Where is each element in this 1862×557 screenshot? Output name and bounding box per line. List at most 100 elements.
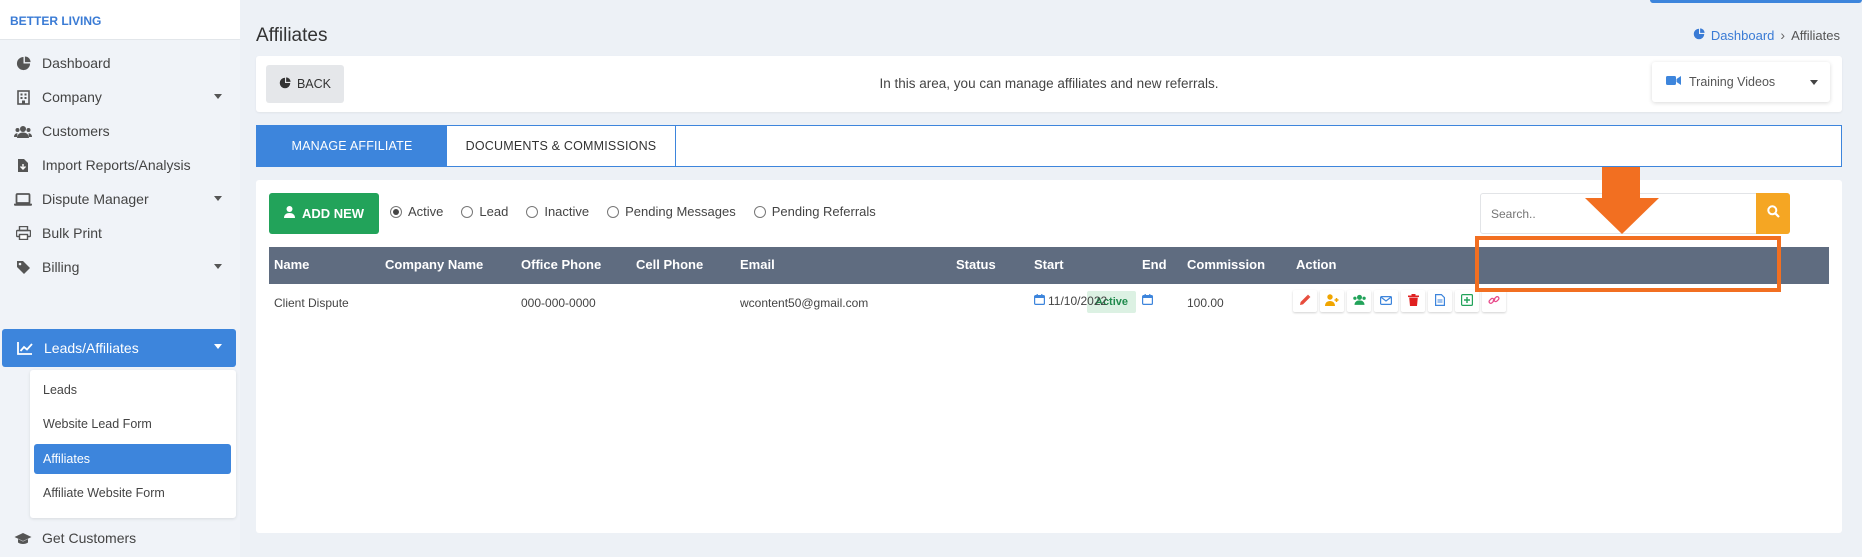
training-videos-dropdown[interactable]: Training Videos: [1652, 62, 1830, 102]
sidebar-item-get-customers[interactable]: Get Customers: [0, 520, 236, 556]
info-bar: BACK In this area, you can manage affili…: [256, 56, 1842, 112]
chevron-down-icon: [1810, 80, 1818, 85]
chevron-down-icon: [214, 344, 222, 349]
sidebar-item-dispute-manager[interactable]: Dispute Manager: [0, 181, 236, 217]
cell-commission: 100.00: [1187, 296, 1224, 310]
radio-icon: [607, 205, 620, 218]
submenu-item-website-lead-form[interactable]: Website Lead Form: [34, 409, 231, 439]
filter-active[interactable]: Active: [390, 204, 443, 219]
training-videos-label: Training Videos: [1689, 75, 1776, 89]
breadcrumb-chevron-icon: ›: [1780, 27, 1786, 43]
filter-pending-referrals[interactable]: Pending Referrals: [753, 204, 876, 219]
envelope-icon: [1380, 294, 1393, 308]
sidebar-item-label: Billing: [42, 259, 80, 275]
sidebar-item-label: Company: [42, 89, 102, 105]
sidebar-item-customers[interactable]: Customers: [0, 113, 236, 149]
radio-icon: [390, 205, 402, 218]
column-header-start[interactable]: Start: [1034, 257, 1064, 272]
tag-icon: [14, 259, 32, 275]
filter-label: Active: [408, 204, 444, 219]
sidebar-item-bulk-print[interactable]: Bulk Print: [0, 215, 236, 251]
sidebar-item-import-reports[interactable]: Import Reports/Analysis: [0, 147, 236, 183]
sidebar-item-company[interactable]: Company: [0, 79, 236, 115]
column-header-cell-phone[interactable]: Cell Phone: [636, 257, 703, 272]
column-header-action: Action: [1296, 257, 1337, 272]
delete-button[interactable]: [1401, 290, 1425, 312]
column-header-company[interactable]: Company Name: [385, 257, 483, 272]
sidebar-item-label: Bulk Print: [42, 225, 102, 241]
cell-office-phone: 000-000-0000: [521, 296, 596, 310]
add-new-button[interactable]: ADD NEW: [269, 193, 379, 234]
breadcrumb-home-link[interactable]: Dashboard: [1711, 28, 1775, 43]
cell-email: wcontent50@gmail.com: [740, 296, 869, 310]
filter-label: Pending Referrals: [771, 204, 876, 219]
column-header-end[interactable]: End: [1142, 257, 1167, 272]
filter-lead[interactable]: Lead: [461, 204, 508, 219]
radio-icon: [753, 205, 766, 218]
file-import-icon: [14, 157, 32, 173]
graduation-cap-icon: [14, 530, 32, 546]
search-icon: [1766, 204, 1780, 223]
top-edge-indicator: [1650, 0, 1862, 3]
column-header-commission[interactable]: Commission: [1187, 257, 1265, 272]
send-email-button[interactable]: [1374, 290, 1398, 312]
breadcrumb: Dashboard › Affiliates: [1693, 27, 1840, 43]
radio-icon: [526, 205, 539, 218]
calendar-icon: [1142, 294, 1154, 308]
users-icon: [14, 123, 32, 139]
chevron-down-icon: [214, 94, 222, 99]
filter-label: Lead: [479, 204, 509, 219]
annotation-highlight-box: [1475, 236, 1781, 292]
filter-inactive[interactable]: Inactive: [526, 204, 589, 219]
column-header-name[interactable]: Name: [274, 257, 309, 272]
printer-icon: [14, 225, 32, 241]
tab-manage-affiliate[interactable]: MANAGE AFFILIATE: [257, 126, 447, 166]
sidebar-item-leads-affiliates[interactable]: Leads/Affiliates: [2, 329, 236, 367]
add-new-label: ADD NEW: [301, 206, 365, 221]
user-icon: [283, 206, 295, 221]
sidebar: BETTER LIVING Dashboard Company Customer…: [0, 0, 240, 557]
edit-button[interactable]: [1293, 290, 1317, 312]
edit-icon: [1299, 294, 1311, 309]
leads-affiliates-submenu: Leads Website Lead Form Affiliates Affil…: [30, 370, 236, 518]
status-filter-group: Active Lead Inactive Pending Messages Pe…: [390, 204, 894, 219]
search-button[interactable]: [1756, 193, 1790, 234]
laptop-icon: [14, 191, 32, 207]
cell-end: [1142, 294, 1154, 308]
cell-start: 11/10/2022: [1034, 294, 1107, 308]
documents-button[interactable]: [1428, 290, 1452, 312]
sidebar-item-label: Get Customers: [42, 530, 137, 546]
line-chart-icon: [16, 340, 34, 356]
sidebar-item-label: Leads/Affiliates: [44, 340, 139, 356]
column-header-office-phone[interactable]: Office Phone: [521, 257, 601, 272]
referrals-button[interactable]: [1347, 290, 1371, 312]
page-title: Affiliates: [256, 25, 328, 46]
sidebar-item-dashboard[interactable]: Dashboard: [0, 45, 236, 81]
submenu-item-leads[interactable]: Leads: [34, 375, 231, 405]
sidebar-item-label: Dashboard: [42, 55, 111, 71]
column-header-email[interactable]: Email: [740, 257, 775, 272]
document-icon: [1435, 293, 1445, 309]
filter-pending-messages[interactable]: Pending Messages: [607, 204, 736, 219]
tab-bar: MANAGE AFFILIATE DOCUMENTS & COMMISSIONS: [256, 125, 1842, 167]
start-date: 11/10/2022: [1048, 294, 1108, 308]
calendar-icon: [1034, 294, 1046, 308]
sidebar-item-billing[interactable]: Billing: [0, 249, 236, 285]
tab-documents-commissions[interactable]: DOCUMENTS & COMMISSIONS: [447, 126, 676, 166]
submenu-item-affiliate-website-form[interactable]: Affiliate Website Form: [34, 478, 231, 508]
brand-logo[interactable]: BETTER LIVING: [0, 0, 240, 40]
cell-name: Client Dispute: [274, 296, 349, 310]
group-icon: [1352, 294, 1367, 308]
sidebar-item-label: Import Reports/Analysis: [42, 157, 191, 173]
row-actions: [1293, 290, 1506, 312]
video-camera-icon: [1666, 75, 1681, 89]
plus-square-icon: [1461, 293, 1474, 309]
copy-link-button[interactable]: [1482, 290, 1506, 312]
chevron-down-icon: [214, 264, 222, 269]
add-item-button[interactable]: [1455, 290, 1479, 312]
submenu-item-affiliates[interactable]: Affiliates: [34, 444, 231, 474]
add-user-button[interactable]: [1320, 290, 1344, 312]
add-user-icon: [1325, 293, 1339, 309]
trash-icon: [1407, 293, 1419, 309]
column-header-status[interactable]: Status: [956, 257, 996, 272]
